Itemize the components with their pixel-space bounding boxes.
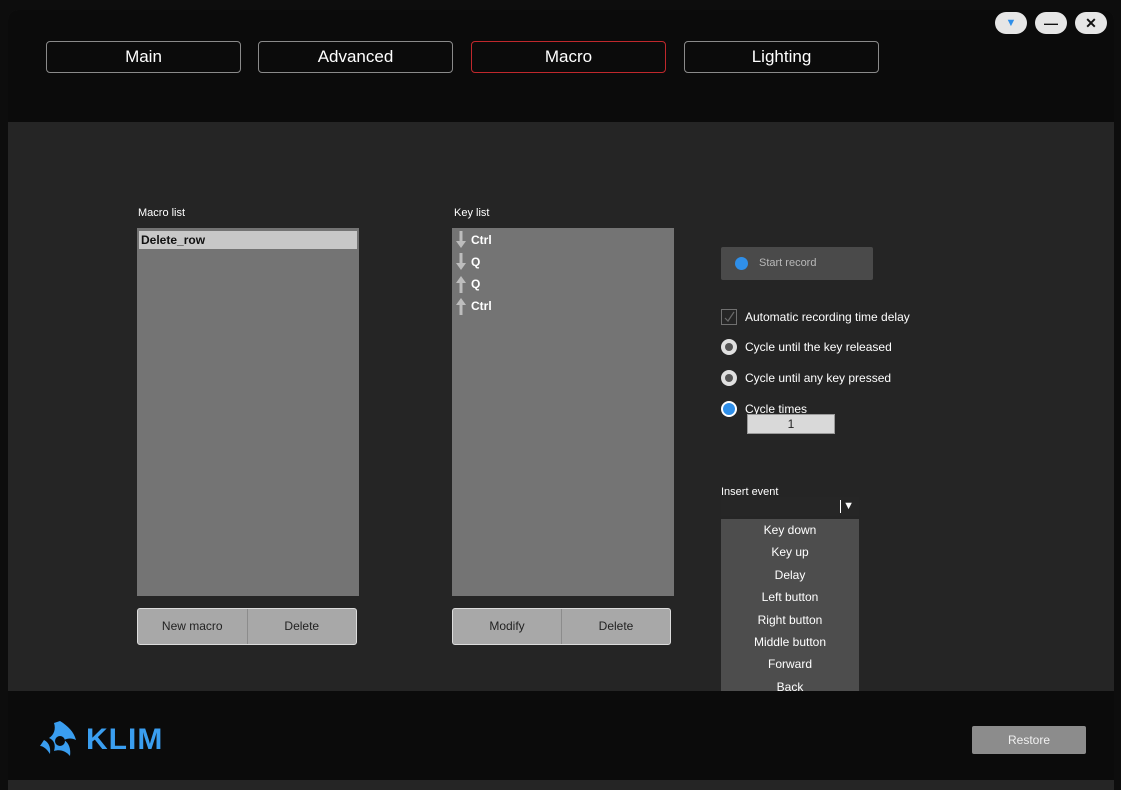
brand-logo: KLIM [38, 718, 163, 762]
key-name: Ctrl [471, 299, 492, 313]
key-name: Q [471, 255, 481, 269]
restore-button[interactable]: Restore [972, 726, 1086, 754]
key-list-item[interactable]: Ctrl [456, 229, 492, 251]
close-icon[interactable]: ✕ [1075, 12, 1107, 34]
macro-list[interactable]: Delete_row [137, 228, 359, 596]
key-list-item[interactable]: Q [456, 273, 480, 295]
macro-list-buttons: New macro Delete [137, 608, 357, 645]
key-list-label: Key list [454, 207, 490, 219]
key-name: Q [471, 277, 481, 291]
insert-event-dropdown: Key down Key up Delay Left button Right … [721, 519, 859, 700]
arrow-up-icon [456, 276, 466, 293]
start-record-button[interactable]: Start record [721, 247, 873, 280]
tab-lighting[interactable]: Lighting [684, 41, 879, 73]
record-dot-icon [735, 257, 748, 270]
auto-delay-option[interactable]: Automatic recording time delay [721, 308, 910, 326]
arrow-down-icon [456, 253, 466, 270]
cycle-release-radio[interactable] [721, 339, 737, 355]
dropdown-item-right-button[interactable]: Right button [721, 609, 859, 631]
new-macro-button[interactable]: New macro [138, 609, 247, 644]
cycle-any-key-radio[interactable] [721, 370, 737, 386]
macro-list-item[interactable]: Delete_row [139, 231, 357, 249]
dropdown-item-left-button[interactable]: Left button [721, 586, 859, 608]
key-list-buttons: Modify Delete [452, 608, 671, 645]
dropdown-item-delay[interactable]: Delay [721, 564, 859, 586]
minimize-icon[interactable]: — [1035, 12, 1067, 34]
delete-macro-button[interactable]: Delete [246, 609, 357, 644]
brand-name: KLIM [86, 723, 164, 756]
key-list-item[interactable]: Ctrl [456, 295, 492, 317]
arrow-down-icon [456, 231, 466, 248]
select-divider [840, 500, 841, 513]
key-list[interactable]: Ctrl Q Q Ctrl [452, 228, 674, 596]
tab-main[interactable]: Main [46, 41, 241, 73]
checkmark-icon [724, 311, 735, 322]
auto-delay-checkbox[interactable] [721, 309, 737, 325]
start-record-label: Start record [759, 257, 817, 269]
dropdown-item-middle-button[interactable]: Middle button [721, 631, 859, 653]
cycle-any-key-label: Cycle until any key pressed [745, 371, 892, 385]
macro-list-label: Macro list [138, 207, 186, 219]
delete-key-button[interactable]: Delete [561, 609, 670, 644]
cycle-release-option[interactable]: Cycle until the key released [721, 338, 892, 356]
bottom-bar [8, 691, 1114, 780]
tab-advanced[interactable]: Advanced [258, 41, 453, 73]
tab-macro[interactable]: Macro [471, 41, 666, 73]
chevron-down-icon: ▼ [843, 500, 854, 512]
menu-dropdown-icon[interactable]: ▼ [995, 12, 1027, 34]
arrow-up-icon [456, 298, 466, 315]
key-list-item[interactable]: Q [456, 251, 480, 273]
dropdown-item-key-up[interactable]: Key up [721, 541, 859, 563]
key-name: Ctrl [471, 233, 492, 247]
modify-key-button[interactable]: Modify [453, 609, 561, 644]
klim-logo-icon [40, 721, 76, 756]
cycle-any-key-option[interactable]: Cycle until any key pressed [721, 369, 891, 387]
cycle-times-input[interactable]: 1 [747, 414, 835, 434]
auto-delay-label: Automatic recording time delay [745, 310, 910, 324]
cycle-release-label: Cycle until the key released [745, 340, 892, 354]
cycle-times-radio[interactable] [721, 401, 737, 417]
dropdown-item-forward[interactable]: Forward [721, 653, 859, 675]
insert-event-select[interactable]: ▼ [721, 497, 859, 516]
dropdown-item-key-down[interactable]: Key down [721, 519, 859, 541]
